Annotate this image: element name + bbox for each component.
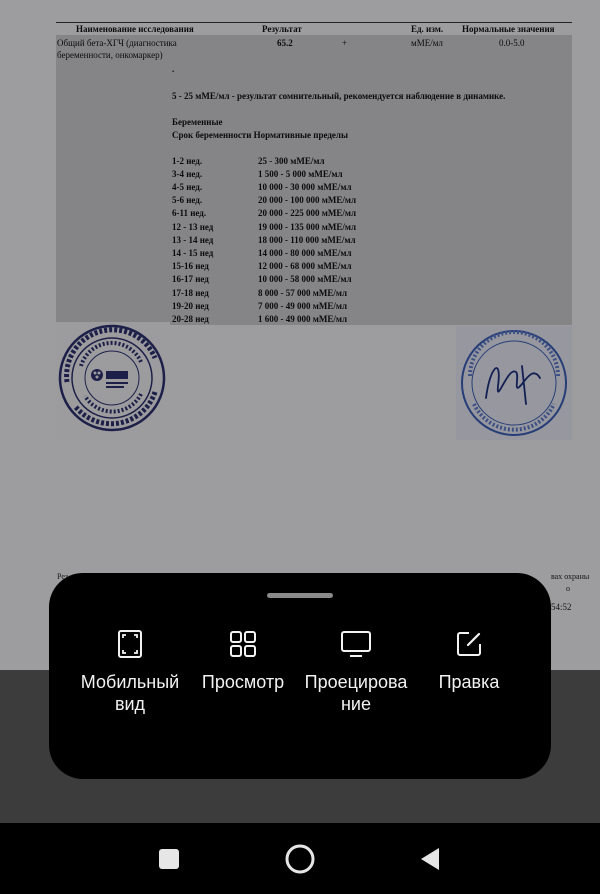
home-button[interactable] [284, 843, 316, 875]
monitor-icon [341, 631, 371, 657]
recents-button[interactable] [153, 843, 185, 875]
projection-label-1: Проецирова [304, 672, 408, 692]
navigation-bar [0, 823, 600, 894]
sheet-drag-handle[interactable] [267, 593, 333, 598]
back-button[interactable] [414, 843, 446, 875]
view-options-sheet: Мобильный вид Просмотр Проецирова ние Пр… [49, 573, 551, 779]
home-icon [285, 844, 315, 874]
edit-icon [457, 632, 481, 656]
preview-label: Просмотр [201, 672, 285, 692]
document-page: Наименование исследования Результат Ед. … [0, 0, 600, 670]
recents-icon [159, 849, 179, 869]
projection-label-2: ние [340, 694, 371, 714]
edit-button[interactable]: Правка [414, 629, 524, 693]
projection-button[interactable]: Проецирова ние [301, 629, 411, 715]
back-icon [421, 848, 439, 870]
grid-view-icon [230, 631, 256, 657]
preview-button[interactable]: Просмотр [188, 629, 298, 693]
dim-overlay[interactable] [0, 0, 600, 670]
mobile-view-button[interactable]: Мобильный вид [75, 629, 185, 715]
edit-label: Правка [438, 672, 500, 692]
mobile-view-icon [118, 630, 142, 658]
mobile-view-label-2: вид [114, 694, 146, 714]
mobile-view-label-1: Мобильный [80, 672, 180, 692]
